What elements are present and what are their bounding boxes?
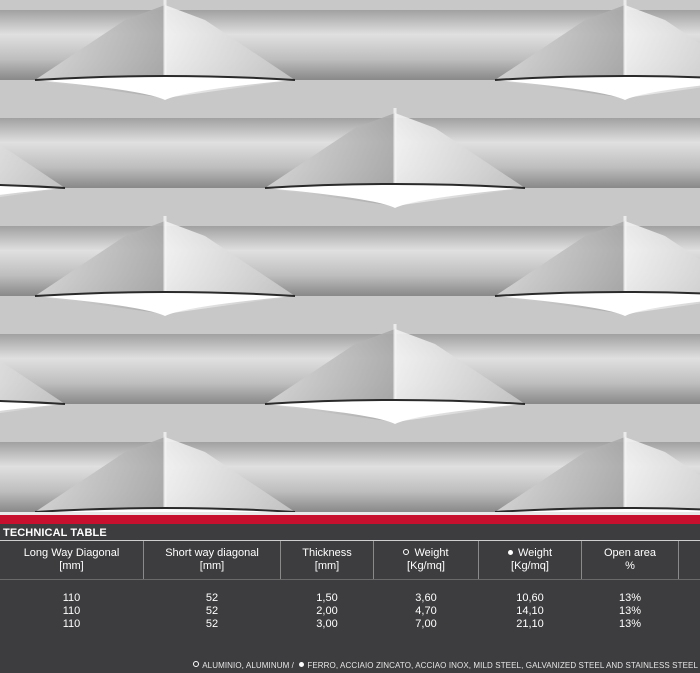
column-short-way-diagonal: Short way diagonal [mm] 52 52 52 bbox=[144, 542, 280, 631]
table-cell: 1,50 bbox=[316, 592, 338, 604]
column-thickness: Thickness [mm] 1,50 2,00 3,00 bbox=[281, 542, 373, 631]
table-cell: 4,70 bbox=[415, 605, 437, 617]
expanded-metal-mesh-photo bbox=[0, 0, 700, 512]
column-unit: [mm] bbox=[59, 560, 84, 572]
legend-steel: FERRO, ACCIAIO ZINCATO, ACCIAO INOX, MIL… bbox=[307, 661, 698, 670]
column-label: Short way diagonal bbox=[165, 547, 259, 559]
table-cell: 13% bbox=[618, 618, 642, 630]
table-cell: 7,00 bbox=[415, 618, 437, 630]
table-cell: 13% bbox=[618, 605, 642, 617]
table-cell: 10,60 bbox=[516, 592, 544, 604]
table-cell: 110 bbox=[62, 605, 81, 617]
table-cell: 3,00 bbox=[316, 618, 338, 630]
table-cell: 110 bbox=[62, 618, 81, 630]
hollow-circle-icon bbox=[193, 661, 200, 667]
table-cell: 13% bbox=[618, 592, 642, 604]
column-weight-steel: Weight [Kg/mq] 10,60 14,10 21,10 bbox=[479, 542, 581, 631]
column-separator bbox=[678, 541, 679, 579]
column-unit: [mm] bbox=[314, 560, 340, 572]
column-unit: [Kg/mq] bbox=[407, 560, 445, 572]
column-label: Weight bbox=[517, 547, 553, 559]
column-weight-aluminum: Weight [Kg/mq] 3,60 4,70 7,00 bbox=[374, 542, 478, 631]
table-cell: 3,60 bbox=[415, 592, 437, 604]
column-label: Long Way Diagonal bbox=[23, 547, 120, 559]
solid-circle-icon bbox=[507, 550, 513, 555]
legend-aluminum: ALUMINIO, ALUMINUM / bbox=[202, 661, 294, 670]
column-label: Thickness bbox=[302, 547, 352, 559]
solid-circle-icon bbox=[299, 662, 305, 667]
table-cell: 2,00 bbox=[316, 605, 338, 617]
table-cell: 14,10 bbox=[516, 605, 544, 617]
table-cell: 52 bbox=[205, 592, 219, 604]
column-long-way-diagonal: Long Way Diagonal [mm] 110 110 110 bbox=[0, 542, 143, 631]
column-open-area: Open area % 13% 13% 13% bbox=[582, 542, 678, 631]
table-cell: 52 bbox=[205, 618, 219, 630]
column-label: Weight bbox=[414, 547, 449, 559]
table-cell: 52 bbox=[205, 605, 219, 617]
technical-table-panel: TECHNICAL TABLE Long Way Diagonal [mm] 1… bbox=[0, 524, 700, 673]
column-unit: [Kg/mq] bbox=[511, 560, 549, 572]
column-unit: [mm] bbox=[199, 560, 225, 572]
header-rule bbox=[0, 579, 700, 580]
table-cell: 110 bbox=[62, 592, 81, 604]
accent-red-bar bbox=[0, 515, 700, 524]
column-label: Open area bbox=[604, 547, 656, 559]
column-unit: % bbox=[625, 560, 635, 572]
title-rule bbox=[0, 540, 700, 541]
material-legend: ALUMINIO, ALUMINUM / FERRO, ACCIAIO ZINC… bbox=[193, 661, 698, 670]
table-cell: 21,10 bbox=[516, 618, 544, 630]
technical-table-title: TECHNICAL TABLE bbox=[3, 527, 107, 539]
hollow-circle-icon bbox=[403, 549, 410, 555]
